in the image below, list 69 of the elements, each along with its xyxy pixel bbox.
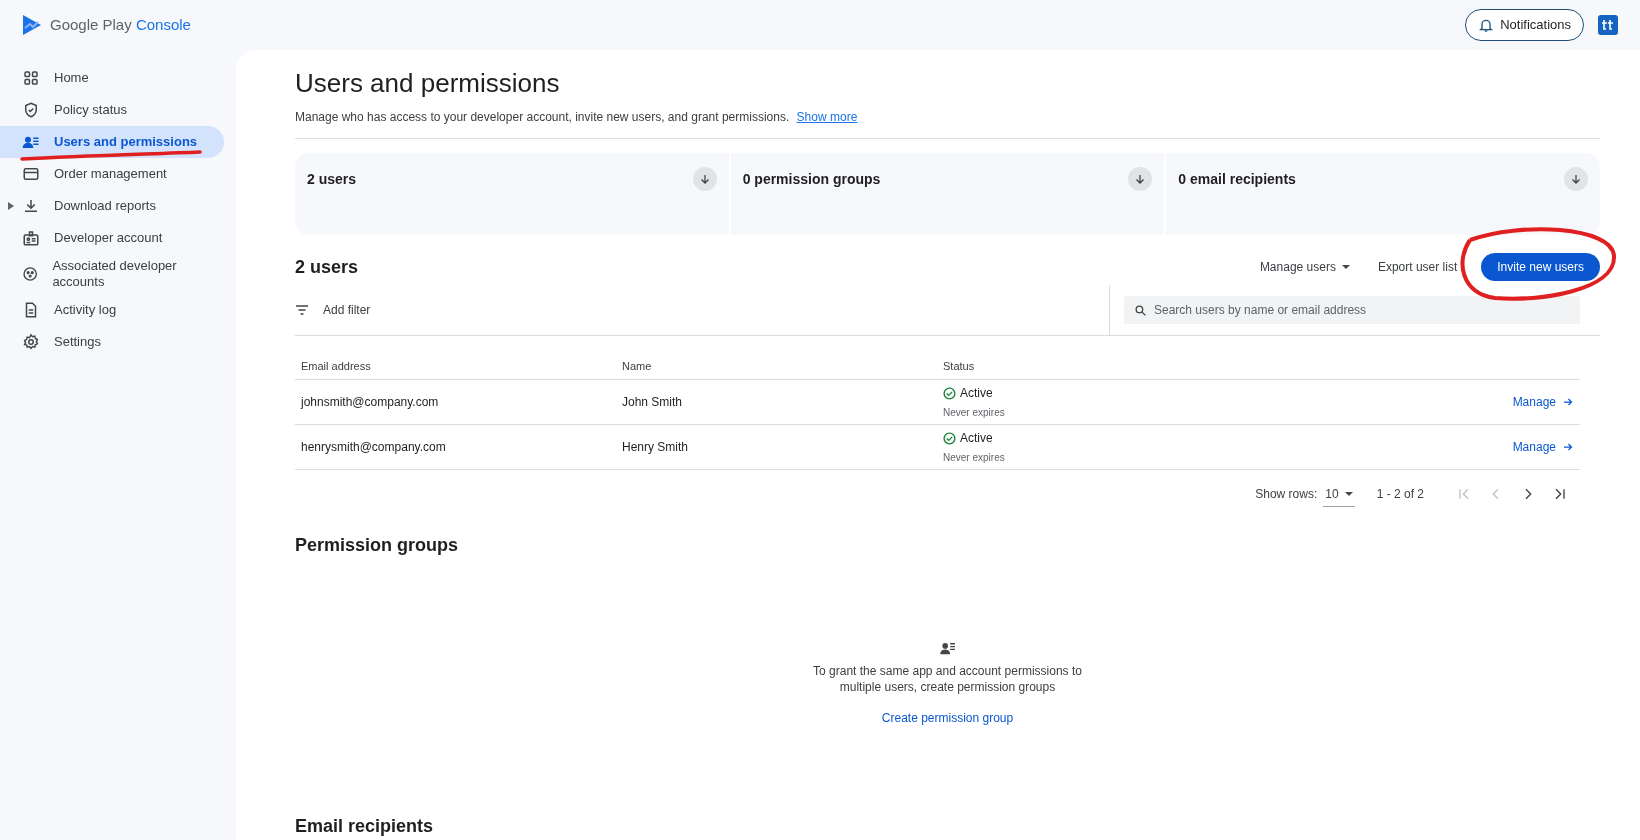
download-icon (22, 197, 40, 215)
sidebar-item[interactable]: Activity log (0, 294, 224, 326)
circle-dots-icon (22, 265, 39, 283)
invite-users-button[interactable]: Invite new users (1481, 253, 1600, 281)
manage-link[interactable]: Manage (1474, 393, 1574, 411)
sidebar-item[interactable]: Developer account (0, 222, 224, 254)
search-field[interactable]: Search users by name or email address (1124, 296, 1580, 324)
sidebar-item[interactable]: Settings (0, 326, 224, 358)
rows-per-page-dropdown[interactable]: 10 (1323, 481, 1355, 507)
id-badge-icon (22, 229, 40, 247)
check-circle-icon (943, 386, 956, 400)
arrow-down-icon[interactable] (1564, 167, 1588, 191)
settings-icon (22, 333, 40, 351)
status-text: Active (960, 385, 993, 402)
shield-icon (22, 101, 40, 119)
arrow-right-icon (1562, 441, 1574, 453)
summary-card[interactable]: 0 permission groups (730, 153, 1165, 235)
card-label: 0 email recipients (1178, 170, 1296, 189)
column-header: Status (943, 359, 976, 374)
user-list-icon (938, 641, 957, 655)
table-cell-text: johnsmith@company.com (301, 394, 440, 411)
sidebar-item[interactable]: Download reports (0, 190, 224, 222)
manage-link[interactable]: Manage (1474, 438, 1574, 456)
section-title: 2 users (295, 255, 359, 279)
section-title: Permission groups (295, 534, 460, 557)
page-title: Users and permissions (295, 67, 561, 100)
expand-caret-icon[interactable] (8, 202, 14, 210)
manage-users-dropdown[interactable]: Manage users (1249, 258, 1360, 276)
summary-card[interactable]: 0 email recipients (1166, 153, 1600, 235)
section-title: Email recipients (295, 815, 435, 838)
account-avatar-icon[interactable] (1598, 15, 1618, 35)
table-cell-text: henrysmith@company.com (301, 439, 447, 456)
sidebar-item[interactable]: Users and permissions (0, 126, 224, 158)
card-label: 2 users (307, 170, 357, 189)
expiry-text: Never expires (943, 451, 1006, 465)
column-header: Name (622, 359, 653, 374)
add-filter-button[interactable]: Add filter (295, 301, 371, 319)
grid-icon (22, 69, 40, 87)
logo-text: Google Play Console (50, 14, 191, 35)
show-more-link[interactable]: Show more (796, 110, 858, 124)
caret-icon (1344, 491, 1353, 496)
status-text: Active (960, 430, 993, 447)
table-cell-text: John Smith (622, 394, 684, 411)
play-logo-icon (22, 14, 42, 36)
column-header: Email address (301, 359, 372, 374)
caret-icon (1341, 265, 1350, 269)
rows-label: Show rows: (1255, 486, 1318, 503)
page-description: Manage who has access to your developer account, invite new users, and grant permissions. Show more (295, 108, 1600, 139)
search-icon (1134, 304, 1147, 317)
empty-state-text: To grant the same app and account permissions to multiple users, create permission groups (812, 663, 1083, 695)
notifications-button[interactable]: Notifications (1465, 9, 1584, 41)
export-user-list-button[interactable]: Export user list (1365, 258, 1470, 276)
sidebar-item[interactable]: Home (0, 62, 224, 94)
sidebar-item[interactable]: Associated developer accounts (0, 254, 224, 294)
card-label: 0 permission groups (742, 170, 881, 189)
check-circle-icon (943, 431, 956, 445)
summary-card[interactable]: 2 users (295, 153, 729, 235)
arrow-right-icon (1562, 396, 1574, 408)
expiry-text: Never expires (943, 406, 1006, 420)
credit-card-icon (22, 165, 40, 183)
sidebar-item[interactable]: Policy status (0, 94, 224, 126)
arrow-down-icon[interactable] (692, 167, 717, 191)
filter-icon (295, 305, 309, 315)
table-cell-text: Henry Smith (622, 439, 690, 456)
page-range: 1 - 2 of 2 (1376, 486, 1424, 503)
arrow-down-icon[interactable] (1128, 167, 1153, 191)
create-permission-group-link[interactable]: Create permission group (881, 709, 1014, 727)
sidebar-item[interactable]: Order management (0, 158, 224, 190)
bell-icon (1478, 17, 1495, 33)
